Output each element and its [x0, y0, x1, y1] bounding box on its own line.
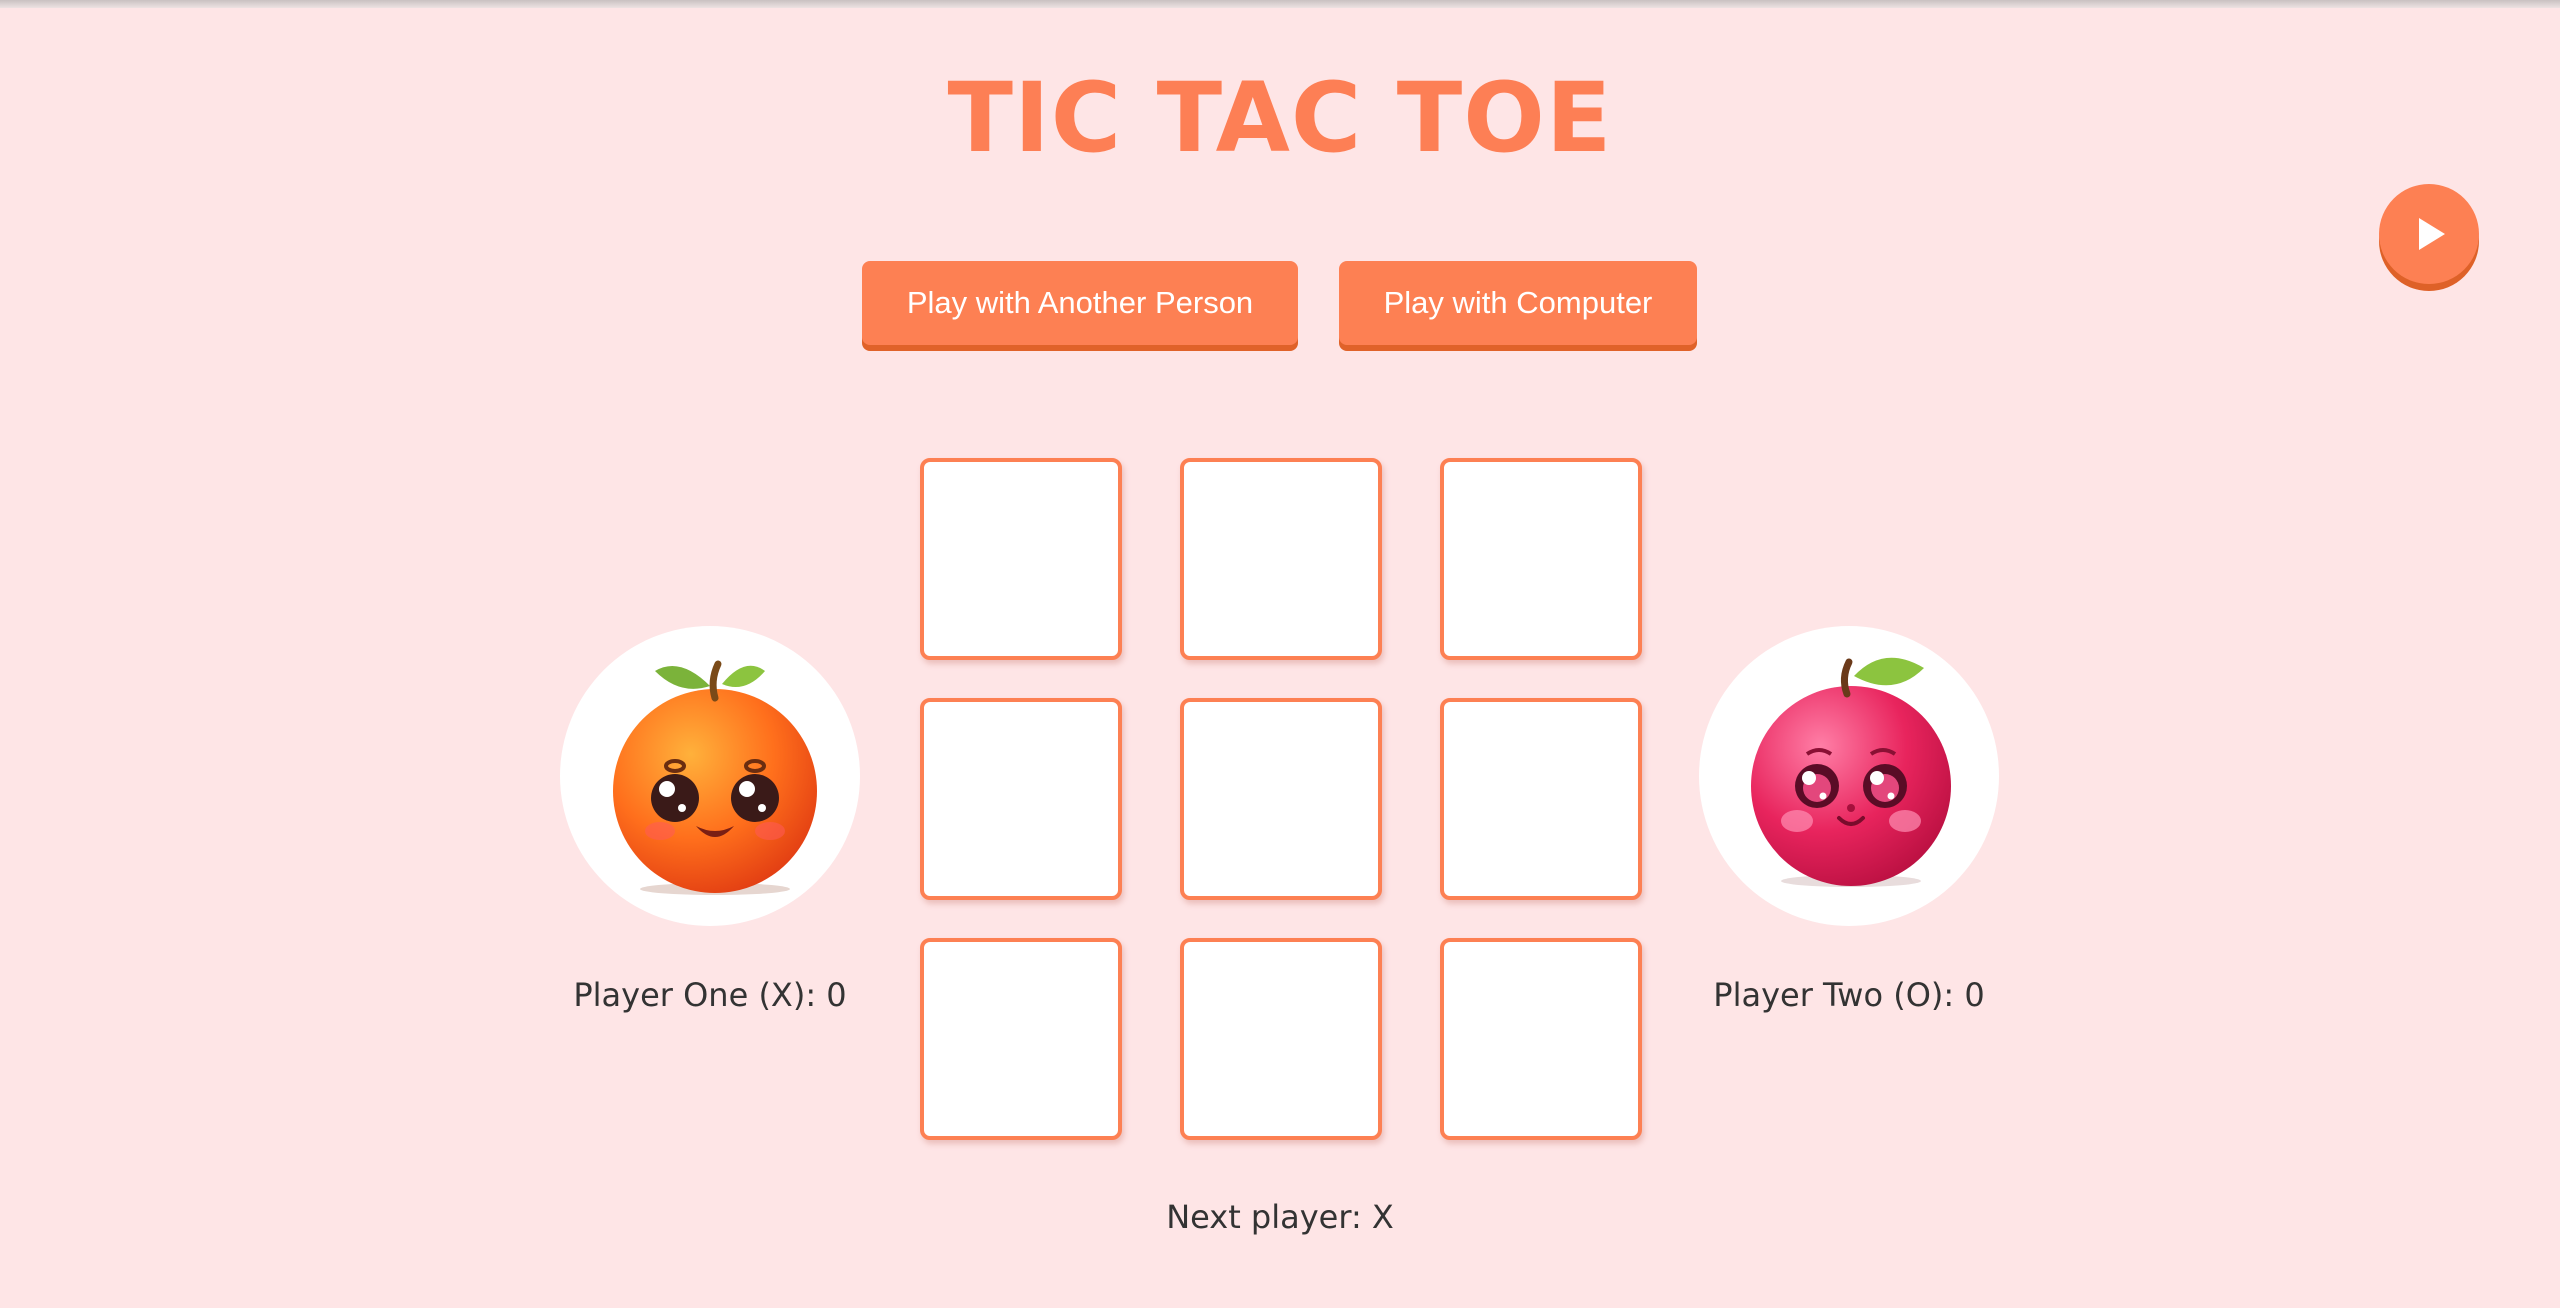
play-with-person-button[interactable]: Play with Another Person — [862, 261, 1298, 345]
page-title: TIC TAC TOE — [947, 62, 1613, 174]
orange-character-icon — [613, 660, 817, 895]
board-cell[interactable] — [1440, 458, 1642, 660]
player-two-score: Player Two (O): 0 — [1713, 976, 1985, 1014]
board-cell[interactable] — [1180, 458, 1382, 660]
board-cell[interactable] — [920, 938, 1122, 1140]
board-cell[interactable] — [1180, 938, 1382, 1140]
player-one-score: Player One (X): 0 — [573, 976, 847, 1014]
player-two-avatar — [1699, 626, 1999, 926]
bottom-edge — [0, 1308, 2560, 1312]
player-one-avatar — [560, 626, 860, 926]
board-cell[interactable] — [920, 458, 1122, 660]
top-shadow-bar — [0, 0, 2560, 8]
next-player-status: Next player: X — [1166, 1198, 1394, 1236]
board-cell[interactable] — [1180, 698, 1382, 900]
board-cell[interactable] — [920, 698, 1122, 900]
play-music-button[interactable] — [2379, 184, 2479, 284]
play-icon — [2419, 218, 2445, 250]
board-cell[interactable] — [1440, 698, 1642, 900]
apple-character-icon — [1751, 657, 1951, 887]
board-cell[interactable] — [1440, 938, 1642, 1140]
play-with-computer-button[interactable]: Play with Computer — [1339, 261, 1697, 345]
